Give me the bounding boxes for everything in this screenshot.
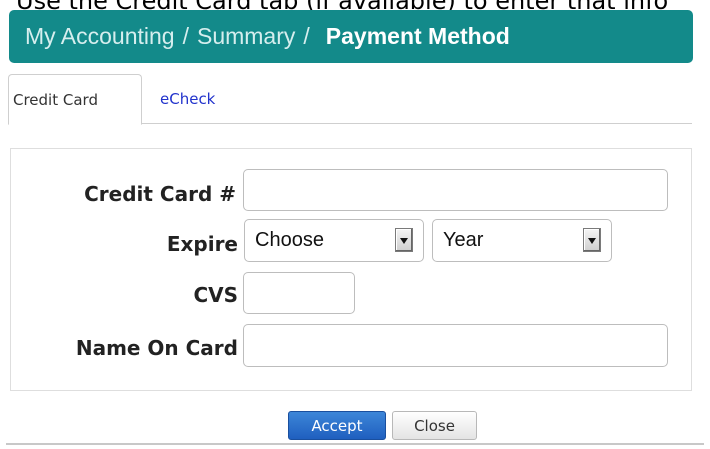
name-on-card-label: Name On Card — [75, 336, 238, 360]
breadcrumb-item-summary[interactable]: Summary — [197, 23, 295, 50]
card-number-label: Credit Card # — [84, 182, 236, 206]
close-button[interactable]: Close — [392, 411, 477, 440]
cvs-input[interactable] — [243, 272, 355, 314]
cvs-label: CVS — [193, 283, 238, 307]
breadcrumb-item-my-accounting[interactable]: My Accounting — [25, 23, 175, 50]
expire-year-select[interactable]: Year — [432, 219, 612, 262]
expire-year-value: Year — [443, 229, 484, 251]
breadcrumb-separator: / — [303, 23, 310, 49]
divider — [6, 443, 704, 445]
payment-tabs: Credit Card eCheck — [8, 74, 692, 125]
breadcrumb-separator: / — [182, 23, 189, 49]
expire-month-value: Choose — [255, 229, 324, 251]
tab-echeck[interactable]: eCheck — [160, 74, 215, 124]
chevron-down-icon[interactable] — [395, 228, 413, 252]
breadcrumb: My Accounting / Summary / Payment Method — [9, 10, 693, 63]
accept-button[interactable]: Accept — [288, 411, 386, 440]
name-on-card-input[interactable] — [243, 324, 668, 367]
expire-month-select[interactable]: Choose — [244, 219, 424, 262]
chevron-down-icon[interactable] — [583, 228, 601, 252]
tab-credit-card[interactable]: Credit Card — [8, 74, 142, 125]
expire-label: Expire — [166, 232, 238, 256]
card-number-input[interactable] — [243, 169, 668, 211]
page-title: Payment Method — [325, 23, 510, 49]
